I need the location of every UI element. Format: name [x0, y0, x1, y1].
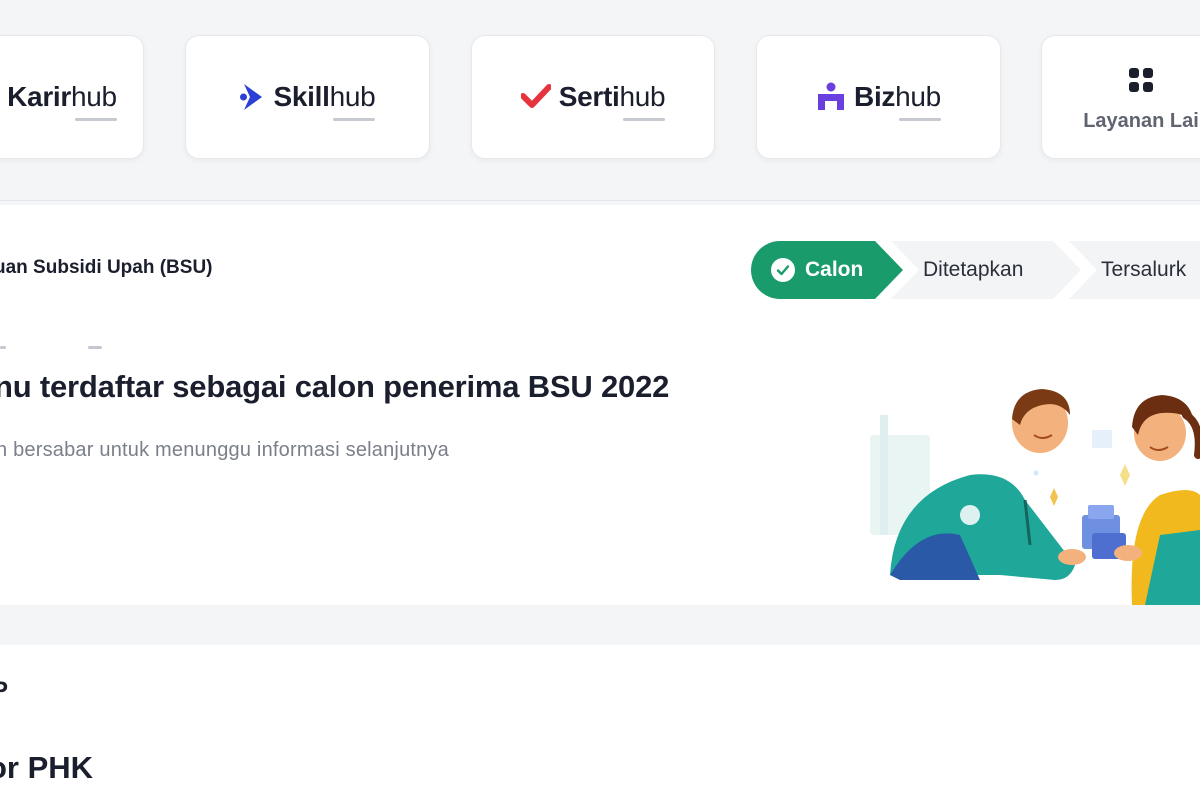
karirhub-brand-light: hub	[71, 81, 117, 112]
bizhub-brand-light: hub	[895, 81, 941, 112]
check-circle-icon	[771, 258, 795, 282]
sertihub-logo-icon	[520, 84, 551, 110]
brand-tagline	[623, 118, 666, 121]
bizhub-brand: Biz hub	[854, 81, 941, 121]
status-headline: nu terdaftar sebagai calon penerima BSU …	[0, 369, 670, 404]
sertihub-brand: Serti hub	[558, 81, 666, 121]
skillhub-brand-bold: Skill	[273, 81, 330, 112]
bizhub-logo-icon	[816, 82, 846, 112]
lower-heading: or PHK	[0, 750, 94, 785]
status-subtext: n bersabar untuk menunggu informasi sela…	[0, 439, 450, 461]
lower-label: P	[0, 677, 9, 704]
sertihub-card[interactable]: Serti hub	[471, 35, 715, 159]
bizhub-brand-bold: Biz	[854, 81, 896, 112]
skillhub-brand: Skill hub	[273, 81, 376, 121]
step-tersalurkan: Tersalurk	[1069, 241, 1200, 299]
step-ditetapkan: Ditetapkan	[891, 241, 1081, 299]
sertihub-brand-bold: Serti	[558, 81, 620, 112]
brand-tagline	[898, 118, 941, 121]
handover-illustration	[870, 389, 1200, 605]
skillhub-card[interactable]: Skill hub	[185, 35, 430, 159]
step-label: Calon	[805, 258, 864, 281]
karirhub-brand: Karir hub	[7, 81, 117, 121]
services-row: Karir hub Skill hub Serti hub Biz hub La…	[0, 0, 1200, 200]
status-stepper: Tersalurk Ditetapkan Calon	[751, 241, 1200, 299]
sertihub-brand-light: hub	[619, 81, 666, 112]
skillhub-logo-icon	[239, 82, 266, 112]
karirhub-card[interactable]: Karir hub	[0, 35, 144, 159]
grid-icon	[1129, 67, 1153, 92]
section-divider	[0, 200, 1200, 201]
bizhub-card[interactable]: Biz hub	[756, 35, 1001, 159]
bsu-status-panel: uan Subsidi Upah (BSU) Tersalurk Ditetap…	[0, 205, 1200, 605]
brand-tagline	[333, 118, 376, 121]
step-label: Tersalurk	[1101, 258, 1187, 281]
faded-label-mark	[88, 346, 102, 349]
brand-tagline	[74, 118, 117, 121]
other-services-card[interactable]: Layanan Lai	[1041, 35, 1200, 159]
faded-label-mark	[0, 346, 6, 349]
other-services-label: Layanan Lai	[1083, 109, 1199, 132]
section-gap	[0, 605, 1200, 645]
karirhub-brand-bold: Karir	[7, 81, 72, 112]
skillhub-brand-light: hub	[329, 81, 376, 112]
lower-section: P or PHK	[0, 645, 1200, 800]
step-calon: Calon	[751, 241, 903, 299]
panel-title: uan Subsidi Upah (BSU)	[0, 257, 213, 278]
step-label: Ditetapkan	[923, 258, 1024, 281]
